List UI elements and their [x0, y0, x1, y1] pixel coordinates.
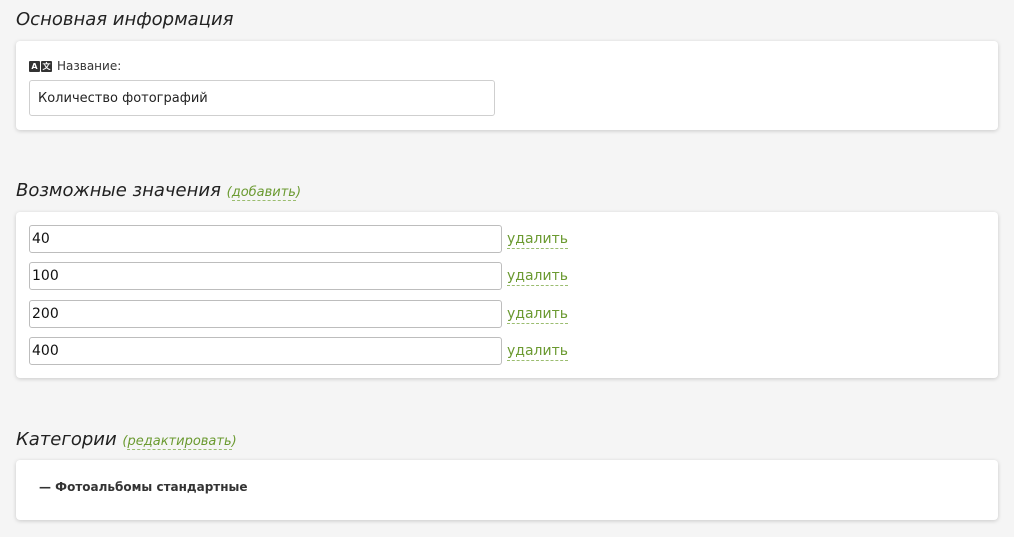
value-row: удалить — [29, 337, 568, 365]
delete-value-link[interactable]: удалить — [507, 230, 568, 249]
categories-card: — Фотоальбомы стандартные — [16, 460, 998, 520]
delete-value-link[interactable]: удалить — [507, 342, 568, 361]
basic-info-card: A文 Название: — [16, 41, 998, 130]
basic-info-title: Основная информация — [16, 9, 234, 31]
categories-title: Категории (редактировать) — [16, 429, 237, 450]
values-title-text: Возможные значения — [16, 180, 221, 201]
categories-title-text: Категории — [16, 429, 117, 450]
edit-categories-link[interactable]: редактировать — [127, 434, 232, 450]
name-label-text: Название: — [57, 59, 122, 73]
add-value-link[interactable]: добавить — [231, 185, 296, 201]
value-row: удалить — [29, 300, 568, 328]
value-input[interactable] — [29, 225, 502, 253]
value-row: удалить — [29, 225, 568, 253]
value-input[interactable] — [29, 300, 502, 328]
delete-value-link[interactable]: удалить — [507, 267, 568, 286]
name-input[interactable] — [29, 80, 495, 116]
value-input[interactable] — [29, 337, 502, 365]
delete-value-link[interactable]: удалить — [507, 305, 568, 324]
translate-icon: A文 — [29, 60, 52, 72]
category-item: — Фотоальбомы стандартные — [39, 480, 248, 494]
values-card: удалить удалить удалить удалить — [16, 212, 998, 378]
basic-info-title-text: Основная информация — [16, 9, 234, 30]
value-row: удалить — [29, 262, 568, 290]
value-input[interactable] — [29, 262, 502, 290]
name-field-label: A文 Название: — [29, 59, 121, 73]
values-title: Возможные значения (добавить) — [16, 180, 302, 201]
